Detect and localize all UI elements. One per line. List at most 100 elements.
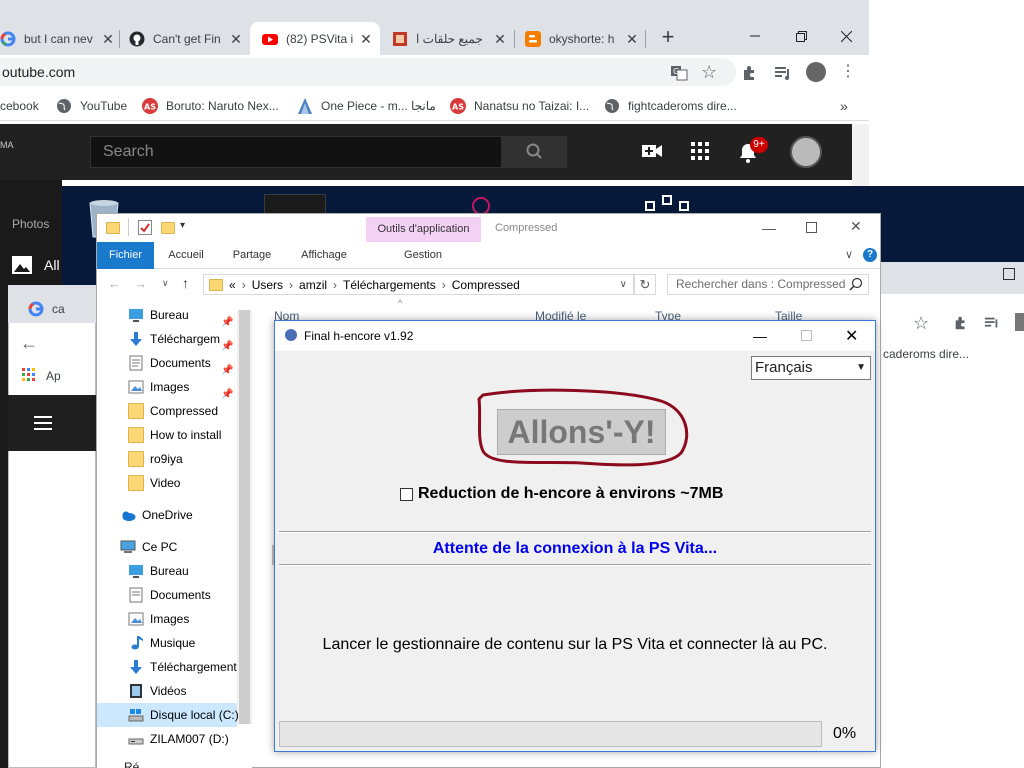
back-arrow-icon[interactable]: ← bbox=[108, 276, 121, 291]
breadcrumb-item[interactable]: Compressed bbox=[452, 278, 520, 292]
tab-fichier[interactable]: Fichier bbox=[97, 242, 154, 269]
bookmark-label[interactable]: caderoms dire... bbox=[883, 347, 969, 361]
browser-tab[interactable]: جميع حلقات ا ✕ bbox=[392, 22, 508, 55]
sidebar-label-photos[interactable]: Photos bbox=[12, 217, 49, 231]
back-arrow-icon[interactable]: ← bbox=[20, 333, 38, 354]
media-control-icon[interactable] bbox=[984, 315, 1000, 331]
close-button[interactable]: ✕ bbox=[845, 326, 858, 346]
close-window-button[interactable] bbox=[823, 22, 869, 50]
bookmark-star-icon[interactable]: ☆ bbox=[701, 62, 721, 82]
breadcrumb-item[interactable]: Users bbox=[252, 278, 283, 292]
maximize-icon[interactable] bbox=[1003, 268, 1015, 280]
extensions-icon[interactable] bbox=[953, 315, 969, 331]
sidebar-item-telechargement[interactable]: Téléchargement bbox=[128, 655, 268, 679]
avatar[interactable] bbox=[790, 136, 822, 168]
tab-partage[interactable]: Partage bbox=[225, 242, 279, 269]
browser-tab-active[interactable]: (82) PSVita i ✕ bbox=[250, 22, 380, 55]
close-icon[interactable]: ✕ bbox=[624, 31, 640, 47]
sidebar-item-usb-drive[interactable]: ZILAM007 (D:) bbox=[128, 727, 268, 751]
close-button[interactable]: ✕ bbox=[850, 218, 862, 235]
breadcrumb-item[interactable]: amzil bbox=[299, 278, 327, 292]
search-button[interactable] bbox=[502, 136, 567, 168]
browser-tab[interactable]: okyshorte: h ✕ bbox=[525, 22, 640, 55]
breadcrumb-item[interactable]: Téléchargements bbox=[343, 278, 436, 292]
menu-dots-icon[interactable]: ⋮ bbox=[840, 62, 856, 82]
close-icon[interactable]: ✕ bbox=[358, 31, 374, 47]
close-icon[interactable]: ✕ bbox=[100, 31, 116, 47]
tab-gestion[interactable]: Gestion bbox=[396, 242, 450, 269]
pin-icon[interactable]: 📌 bbox=[221, 383, 233, 407]
breadcrumb-overflow[interactable]: « bbox=[229, 278, 236, 292]
desktop-icon-thumbnail[interactable] bbox=[264, 194, 326, 214]
sidebar-item-how-to-install[interactable]: How to install bbox=[128, 423, 268, 447]
chevron-down-icon[interactable]: ∨ bbox=[845, 248, 853, 261]
quick-access-dropdown-icon[interactable]: ▾ bbox=[180, 220, 185, 231]
bookmark-item[interactable]: One Piece - m... مانجا bbox=[297, 97, 436, 114]
sidebar-item-images[interactable]: Images bbox=[128, 607, 268, 631]
breadcrumb[interactable]: « › Users › amzil › Téléchargements › Co… bbox=[203, 274, 634, 295]
sidebar-item-compressed[interactable]: Compressed bbox=[128, 399, 268, 423]
profile-avatar[interactable] bbox=[806, 62, 826, 82]
up-arrow-icon[interactable]: ↑ bbox=[182, 275, 189, 291]
profile-avatar[interactable] bbox=[1015, 313, 1024, 331]
new-folder-icon[interactable] bbox=[161, 220, 177, 234]
minimize-button[interactable] bbox=[732, 22, 778, 50]
search-input[interactable]: Search bbox=[90, 136, 502, 168]
pin-icon[interactable]: 📌 bbox=[221, 311, 233, 335]
help-icon[interactable]: ? bbox=[863, 248, 877, 262]
sidebar-item-this-pc[interactable]: Ce PC bbox=[120, 535, 260, 559]
refresh-icon[interactable]: ↻ bbox=[634, 274, 656, 295]
search-input[interactable]: Rechercher dans : Compressed bbox=[667, 274, 869, 295]
bookmark-star-icon[interactable]: ☆ bbox=[913, 314, 929, 332]
apps-grid-icon[interactable] bbox=[691, 142, 709, 160]
pin-icon[interactable]: 📌 bbox=[221, 359, 233, 383]
tab-affichage[interactable]: Affichage bbox=[292, 242, 356, 269]
sidebar-item-network[interactable]: Ré... bbox=[124, 760, 149, 768]
close-icon[interactable]: ✕ bbox=[228, 31, 244, 47]
hamburger-menu-icon[interactable] bbox=[34, 415, 54, 431]
language-select[interactable]: Français ▼ bbox=[751, 356, 871, 380]
sidebar-item-video[interactable]: Video bbox=[128, 471, 268, 495]
bookmark-item[interactable]: fightcaderoms dire... bbox=[604, 98, 737, 114]
bookmark-item[interactable]: AS Boruto: Naruto Nex... bbox=[142, 97, 279, 114]
close-icon[interactable]: ✕ bbox=[492, 31, 508, 47]
bookmark-item[interactable]: YouTube bbox=[56, 98, 127, 114]
chevron-down-icon[interactable]: ∨ bbox=[620, 279, 627, 290]
tab-title[interactable]: ca bbox=[52, 302, 65, 316]
minimize-button[interactable]: — bbox=[762, 220, 776, 236]
sidebar-item-bureau[interactable]: Bureau bbox=[128, 303, 268, 327]
browser-tab[interactable]: but I can nev ✕ bbox=[0, 22, 116, 55]
extensions-icon[interactable] bbox=[741, 64, 759, 82]
sidebar-item-documents[interactable]: Documents bbox=[128, 583, 268, 607]
apps-grid-icon[interactable] bbox=[22, 368, 36, 382]
bookmark-item[interactable]: cebook bbox=[0, 99, 39, 113]
create-video-icon[interactable] bbox=[641, 142, 663, 160]
tab-accueil[interactable]: Accueil bbox=[160, 242, 212, 269]
media-control-icon[interactable] bbox=[774, 64, 792, 82]
forward-arrow-icon[interactable]: → bbox=[134, 276, 147, 291]
translate-icon[interactable]: G bbox=[670, 64, 688, 82]
sidebar-item-musique[interactable]: Musique bbox=[128, 631, 268, 655]
sidebar-item-bureau[interactable]: Bureau bbox=[128, 559, 268, 583]
desktop-network-icon[interactable] bbox=[644, 194, 690, 214]
browser-tab[interactable]: Can't get Fin ✕ bbox=[129, 22, 244, 55]
maximize-button[interactable] bbox=[806, 222, 817, 233]
sidebar-item-videos[interactable]: Vidéos bbox=[128, 679, 268, 703]
recent-locations-chevron-icon[interactable]: ∨ bbox=[162, 278, 169, 289]
sidebar-item-ro9iya[interactable]: ro9iya bbox=[128, 447, 268, 471]
new-tab-button[interactable]: + bbox=[656, 26, 680, 50]
properties-icon[interactable] bbox=[138, 220, 152, 235]
checkbox-label[interactable]: Reduction de h-encore à environs ~7MB bbox=[418, 485, 723, 503]
pin-icon[interactable]: 📌 bbox=[221, 335, 233, 359]
address-bar[interactable]: outube.com bbox=[0, 58, 736, 86]
sidebar-item-onedrive[interactable]: OneDrive bbox=[120, 503, 260, 527]
checkbox[interactable] bbox=[400, 487, 413, 501]
restore-button[interactable] bbox=[778, 22, 824, 50]
more-bookmarks-button[interactable]: » bbox=[840, 98, 848, 114]
sidebar-item-images[interactable]: Images bbox=[128, 375, 268, 399]
reduction-checkbox-row[interactable]: Reduction de h-encore à environs ~7MB bbox=[400, 485, 723, 503]
sidebar-item-telechargements[interactable]: Téléchargem bbox=[128, 327, 268, 351]
sidebar-label-all[interactable]: All bbox=[44, 257, 60, 273]
minimize-button[interactable]: — bbox=[753, 328, 767, 344]
sidebar-item-documents[interactable]: Documents bbox=[128, 351, 268, 375]
